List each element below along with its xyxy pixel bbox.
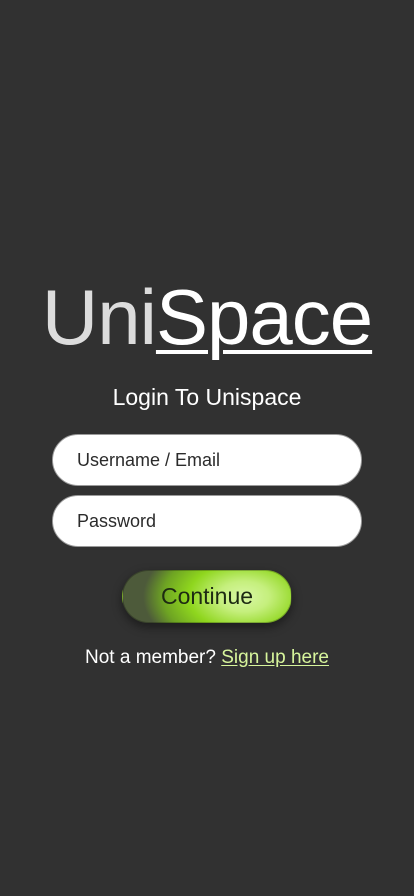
signup-prompt-line: Not a member? Sign up here — [0, 645, 414, 671]
signup-prompt-text: Not a member? — [85, 647, 216, 668]
page-title: Login To Unispace — [112, 384, 302, 410]
app-logo: UniSpace — [0, 272, 414, 362]
username-email-input[interactable] — [52, 434, 362, 486]
signup-link[interactable]: Sign up here — [221, 647, 329, 668]
continue-button[interactable]: Continue — [122, 570, 292, 623]
logo-text-uni: Uni — [41, 273, 157, 361]
password-input[interactable] — [52, 495, 362, 547]
logo-text-space: Space — [155, 273, 373, 361]
